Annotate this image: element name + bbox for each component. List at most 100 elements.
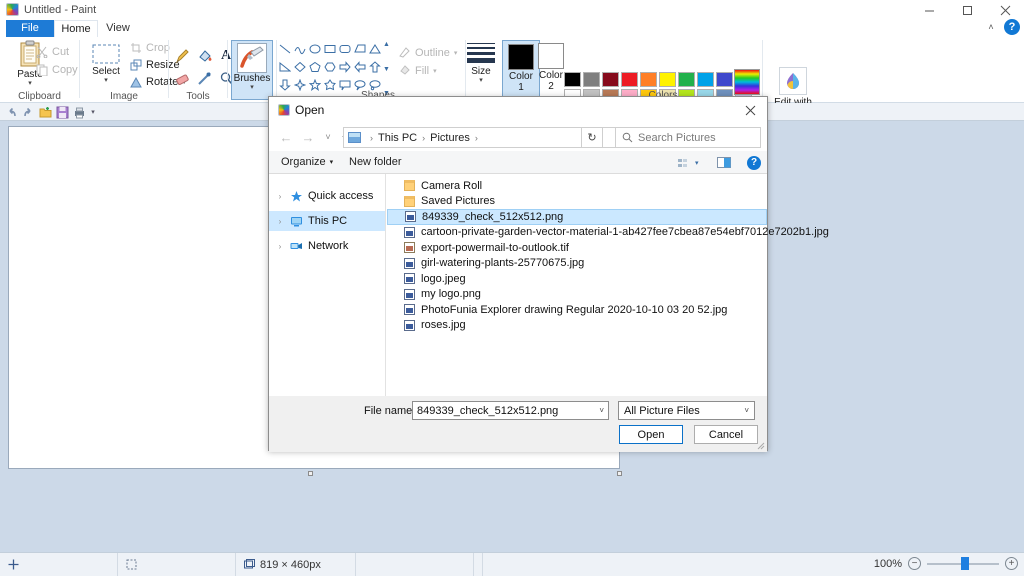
- zoom-slider-thumb[interactable]: [961, 557, 969, 570]
- preview-pane-button[interactable]: [717, 155, 732, 171]
- forward-button[interactable]: →: [299, 128, 317, 146]
- zoom-out-button[interactable]: −: [908, 557, 921, 570]
- shape-rectangle-icon[interactable]: [323, 41, 337, 58]
- shape-left-arrow-icon[interactable]: [353, 59, 367, 76]
- file-type-dropdown-icon[interactable]: ˅: [744, 406, 749, 415]
- save-icon[interactable]: [55, 105, 69, 119]
- palette-swatch-row1-5[interactable]: [659, 72, 676, 87]
- maximize-button[interactable]: [948, 0, 986, 20]
- search-input[interactable]: Search Pictures: [615, 127, 761, 148]
- cancel-button[interactable]: Cancel: [694, 425, 758, 444]
- size-caret-icon[interactable]: ▾: [464, 77, 498, 84]
- dialog-resize-grip[interactable]: [757, 442, 765, 450]
- view-options-button[interactable]: ▾: [677, 155, 699, 171]
- shape-hexagon-icon[interactable]: [323, 59, 337, 76]
- chevron-right-icon[interactable]: ›: [275, 217, 285, 226]
- shapes-scroll-down-icon[interactable]: ▼: [383, 66, 390, 73]
- new-folder-button[interactable]: New folder: [349, 156, 402, 168]
- fill-caret-icon[interactable]: ▾: [433, 67, 437, 75]
- pencil-icon[interactable]: [171, 45, 193, 67]
- nav-pane-item-quick-access[interactable]: ›Quick access: [269, 186, 385, 206]
- fill-button[interactable]: Fill ▾: [398, 64, 437, 77]
- help-button[interactable]: ?: [747, 155, 761, 171]
- palette-swatch-row1-1[interactable]: [583, 72, 600, 87]
- dialog-close-button[interactable]: [733, 97, 767, 123]
- outline-caret-icon[interactable]: ▾: [454, 49, 458, 57]
- shapes-scroll-controls[interactable]: ▲ ▼ ▼: [382, 41, 391, 97]
- shape-rounded-rect-icon[interactable]: [338, 41, 352, 58]
- file-type-filter[interactable]: All Picture Files ˅: [618, 401, 755, 420]
- shape-triangle-icon[interactable]: [368, 41, 382, 58]
- file-list[interactable]: Camera RollSaved Pictures849339_check_51…: [387, 174, 767, 396]
- palette-swatch-row1-4[interactable]: [640, 72, 657, 87]
- nav-pane-item-network[interactable]: ›Network: [269, 236, 385, 256]
- size-button[interactable]: Size ▾: [464, 43, 498, 84]
- canvas-resize-handle-corner[interactable]: [617, 471, 622, 476]
- shapes-scroll-up-icon[interactable]: ▲: [383, 41, 390, 48]
- copy-button[interactable]: Copy: [36, 64, 78, 76]
- organize-caret-icon[interactable]: ▾: [330, 158, 334, 166]
- shape-line-icon[interactable]: [278, 41, 292, 58]
- file-list-item[interactable]: export-powermail-to-outlook.tif: [387, 240, 767, 256]
- file-name-dropdown-icon[interactable]: ˅: [599, 406, 604, 415]
- shape-up-arrow-icon[interactable]: [368, 59, 382, 76]
- file-list-item[interactable]: my logo.png: [387, 287, 767, 303]
- undo-icon[interactable]: [4, 105, 18, 119]
- shape-right-triangle-icon[interactable]: [278, 59, 292, 76]
- cut-button[interactable]: Cut: [36, 46, 69, 58]
- open-button[interactable]: Open: [619, 425, 683, 444]
- zoom-in-button[interactable]: +: [1005, 557, 1018, 570]
- shape-right-arrow-icon[interactable]: [338, 59, 352, 76]
- breadcrumb-item-1[interactable]: Pictures: [430, 132, 470, 144]
- help-icon[interactable]: ?: [747, 156, 761, 170]
- crop-button[interactable]: Crop: [130, 42, 170, 54]
- palette-swatch-row1-0[interactable]: [564, 72, 581, 87]
- nav-pane-item-this-pc[interactable]: ›This PC: [269, 211, 385, 231]
- breadcrumb-item-0[interactable]: This PC: [378, 132, 417, 144]
- tab-view[interactable]: View: [98, 20, 138, 37]
- brushes-button[interactable]: Brushes ▾: [231, 40, 273, 100]
- file-name-input[interactable]: 849339_check_512x512.png ˅: [412, 401, 609, 420]
- shape-polygon-icon[interactable]: [353, 41, 367, 58]
- zoom-slider[interactable]: [927, 557, 999, 570]
- canvas-resize-handle-bottom[interactable]: [308, 471, 313, 476]
- tab-home[interactable]: Home: [54, 20, 98, 37]
- file-list-item[interactable]: 849339_check_512x512.png: [387, 209, 767, 225]
- ribbon-collapse-icon[interactable]: ˄: [984, 20, 998, 34]
- customize-qat-caret-icon[interactable]: ▾: [86, 105, 100, 119]
- file-list-item[interactable]: logo.jpeg: [387, 271, 767, 287]
- view-options-caret-icon[interactable]: ▾: [695, 159, 699, 167]
- color-picker-icon[interactable]: [193, 67, 215, 89]
- shape-diamond-icon[interactable]: [293, 59, 307, 76]
- brushes-caret-icon[interactable]: ▾: [232, 84, 272, 91]
- paste-caret-icon[interactable]: ▾: [8, 80, 52, 87]
- select-button[interactable]: Select ▾: [84, 43, 128, 84]
- shape-oval-icon[interactable]: [308, 41, 322, 58]
- palette-swatch-row1-2[interactable]: [602, 72, 619, 87]
- file-list-item[interactable]: cartoon-private-garden-vector-material-1…: [387, 225, 767, 241]
- eraser-icon[interactable]: [171, 67, 193, 89]
- organize-button[interactable]: Organize ▾: [281, 156, 333, 168]
- back-button[interactable]: ←: [277, 128, 295, 146]
- file-list-item[interactable]: PhotoFunia Explorer drawing Regular 2020…: [387, 302, 767, 318]
- palette-swatch-row1-6[interactable]: [678, 72, 695, 87]
- chevron-right-icon[interactable]: ›: [275, 242, 285, 251]
- file-list-item[interactable]: roses.jpg: [387, 318, 767, 334]
- shape-pentagon-icon[interactable]: [308, 59, 322, 76]
- redo-icon[interactable]: [21, 105, 35, 119]
- refresh-button[interactable]: ↻: [581, 127, 603, 148]
- file-list-item[interactable]: Saved Pictures: [387, 194, 767, 210]
- palette-swatch-row1-3[interactable]: [621, 72, 638, 87]
- palette-swatch-row1-7[interactable]: [697, 72, 714, 87]
- file-list-item[interactable]: Camera Roll: [387, 178, 767, 194]
- print-icon[interactable]: [72, 105, 86, 119]
- minimize-button[interactable]: [910, 0, 948, 20]
- close-button[interactable]: [986, 0, 1024, 20]
- help-icon[interactable]: ?: [1004, 19, 1020, 35]
- shape-curve-icon[interactable]: [293, 41, 307, 58]
- select-caret-icon[interactable]: ▾: [84, 77, 128, 84]
- tab-file[interactable]: File: [6, 20, 54, 37]
- file-list-item[interactable]: girl-watering-plants-25770675.jpg: [387, 256, 767, 272]
- outline-button[interactable]: Outline ▾: [398, 46, 457, 59]
- fill-icon[interactable]: [193, 45, 215, 67]
